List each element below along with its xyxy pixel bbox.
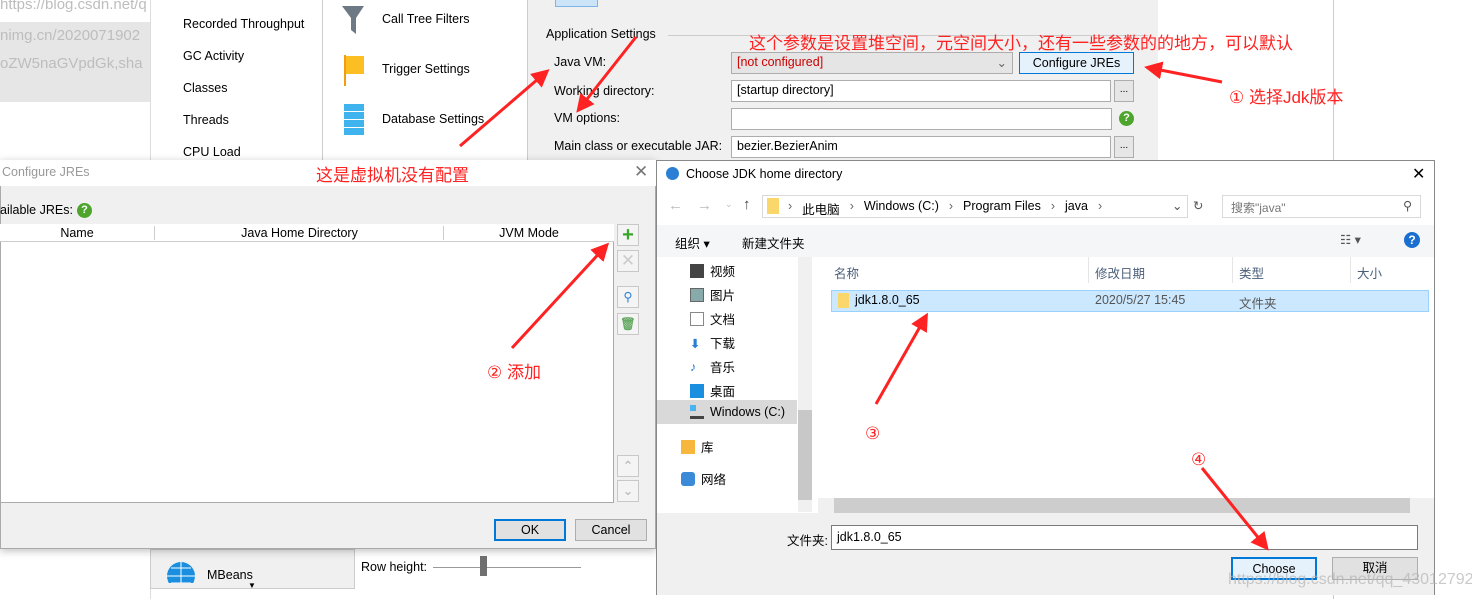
arrow-to-add [510, 242, 610, 350]
arrow-to-vm-options [576, 36, 638, 113]
annotation-arrows [459, 36, 1269, 551]
arrow-to-choose [1200, 467, 1269, 551]
arrow-to-java-vm [459, 69, 550, 148]
arrow-to-jdk-folder [874, 312, 928, 405]
arrow-to-configure-jres [1144, 61, 1223, 84]
